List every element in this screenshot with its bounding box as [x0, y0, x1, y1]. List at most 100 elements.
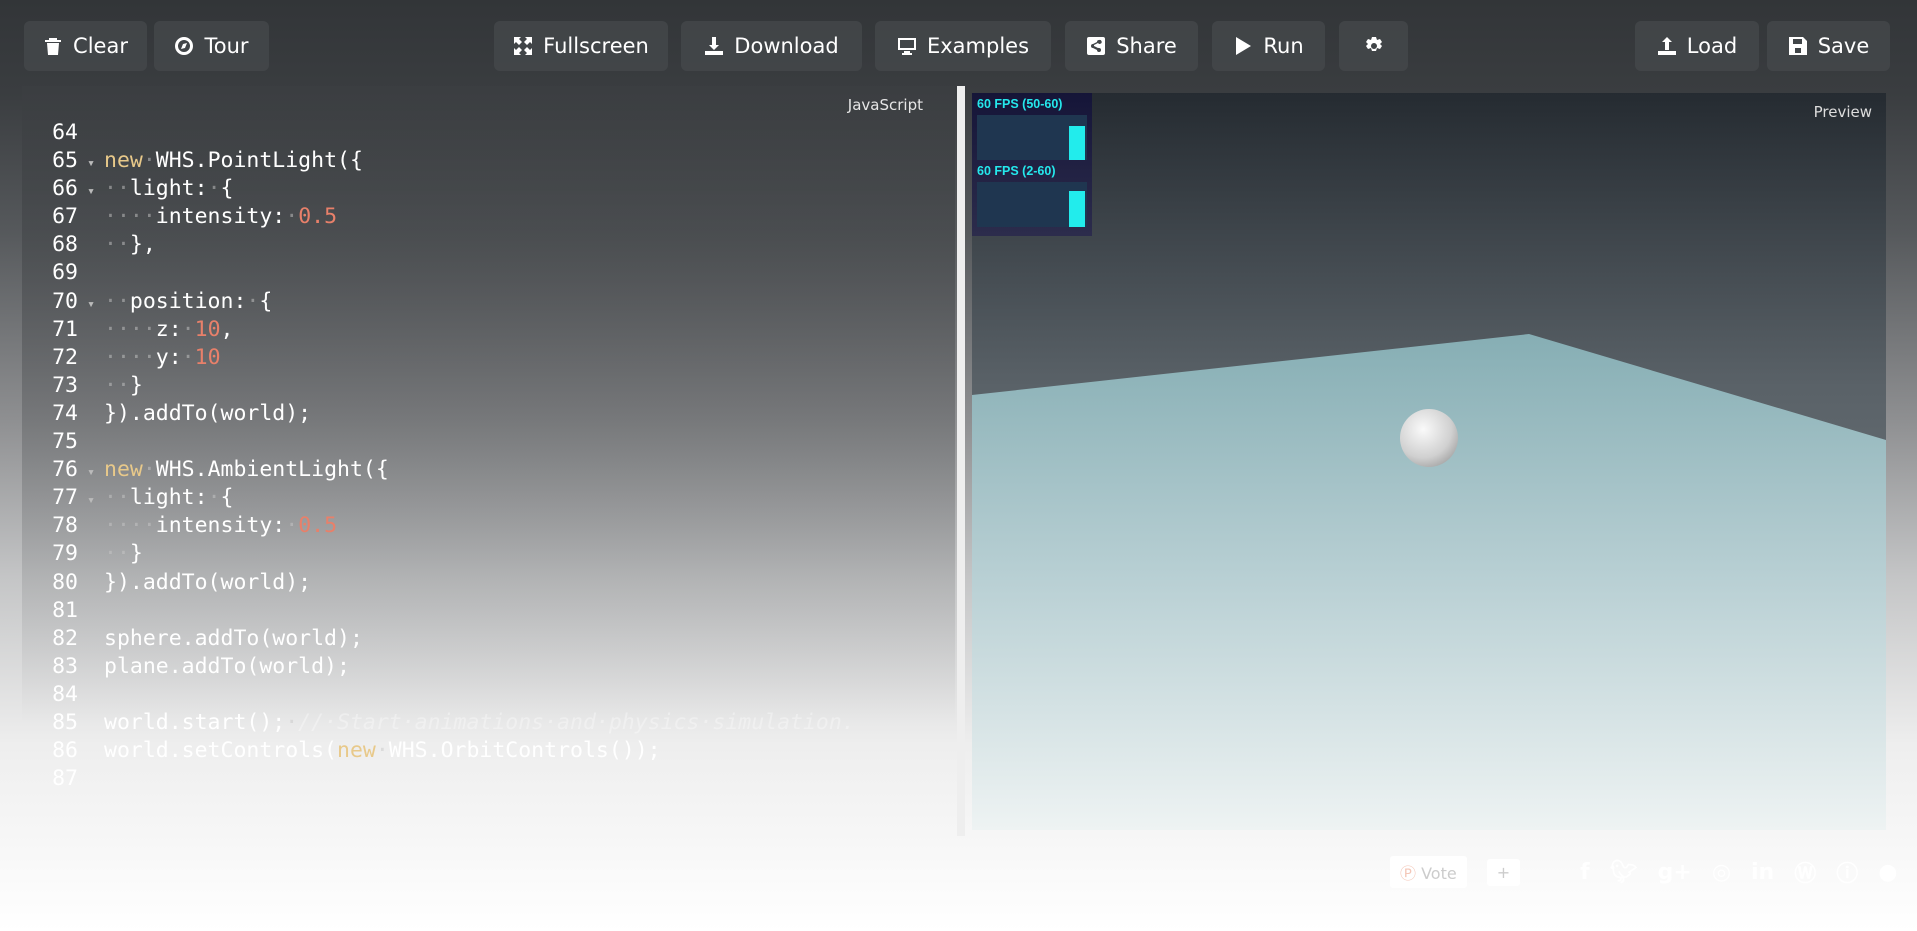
fps-graph-2	[977, 182, 1087, 227]
share-button[interactable]: Share	[1065, 21, 1198, 71]
code-token: ·	[375, 738, 389, 764]
examples-button[interactable]: Examples	[875, 21, 1051, 71]
code-line[interactable]: 75	[22, 428, 855, 456]
code-token: 0.5	[298, 513, 338, 539]
fullscreen-button[interactable]: Fullscreen	[494, 21, 668, 71]
code-line[interactable]: 73 ··}	[22, 372, 855, 400]
code-token: ·	[285, 709, 299, 735]
save-button[interactable]: Save	[1767, 21, 1890, 71]
compass-icon	[175, 37, 194, 55]
gutter-space	[78, 628, 104, 656]
code-line[interactable]: 84	[22, 681, 855, 709]
vote-button[interactable]: Ⓟ Vote	[1390, 856, 1467, 888]
preview-canvas[interactable]: Preview 60 FPS (50-60) 60 FPS (2-60)	[972, 93, 1886, 830]
code-token: ··	[104, 372, 130, 398]
code-line[interactable]: 71 ····z:·10,	[22, 316, 855, 344]
code-line[interactable]: 86 world.setControls(new·WHS.OrbitContro…	[22, 737, 855, 765]
line-number: 78	[52, 513, 78, 539]
code-editor[interactable]: JavaScript 64 65 ▾ new·WHS.PointLight({66 ▾…	[22, 86, 955, 836]
code-token: ····	[104, 204, 156, 230]
code-line[interactable]: 76 ▾ new·WHS.AmbientLight({	[22, 456, 855, 484]
code-line[interactable]: 72 ····y:·10	[22, 344, 855, 372]
code-token: {	[220, 176, 234, 202]
code-token: new	[104, 457, 143, 483]
download-icon	[705, 37, 724, 55]
code-line[interactable]: 68 ··},	[22, 231, 855, 259]
code-line[interactable]: 85 world.start();·//·Start·animations·an…	[22, 709, 855, 737]
download-button[interactable]: Download	[681, 21, 862, 71]
code-line[interactable]: 79 ··}	[22, 540, 855, 568]
line-number: 84	[52, 681, 78, 707]
code-token: new	[337, 738, 376, 764]
code-token: WHS.OrbitControls());	[388, 738, 661, 764]
fold-arrow-icon[interactable]: ▾	[78, 487, 104, 515]
vote-label: Vote	[1421, 864, 1457, 883]
code-line[interactable]: 87	[22, 765, 855, 793]
tour-button[interactable]: Tour	[154, 21, 269, 71]
gutter-space	[78, 262, 104, 290]
fold-arrow-icon[interactable]: ▾	[78, 150, 104, 178]
gutter-space	[78, 712, 104, 740]
code-token: world.start();	[104, 709, 286, 735]
split-divider[interactable]	[957, 86, 965, 836]
code-line[interactable]: 77 ▾ ··light:·{	[22, 484, 855, 512]
code-token: {	[259, 288, 273, 314]
code-token: }).addTo(world);	[104, 400, 312, 426]
code-token: }	[129, 372, 143, 398]
code-line[interactable]: 83 plane.addTo(world);	[22, 653, 855, 681]
save-label: Save	[1817, 34, 1870, 58]
fold-arrow-icon[interactable]: ▾	[78, 459, 104, 487]
fps-stats-panel[interactable]: 60 FPS (50-60) 60 FPS (2-60)	[972, 93, 1092, 236]
code-line[interactable]: 80 }).addTo(world);	[22, 569, 855, 597]
clear-button[interactable]: Clear	[24, 21, 147, 71]
facebook-icon[interactable]: f	[1580, 860, 1590, 885]
load-button[interactable]: Load	[1635, 21, 1759, 71]
gutter-space	[78, 768, 104, 796]
code-token: plane.addTo(world);	[104, 653, 350, 679]
line-number: 72	[52, 344, 78, 370]
code-line[interactable]: 66 ▾ ··light:·{	[22, 175, 855, 203]
code-line[interactable]: 78 ····intensity:·0.5	[22, 512, 855, 540]
code-line[interactable]: 67 ····intensity:·0.5	[22, 203, 855, 231]
code-token: //·Start·animations·and·physics·simulati…	[298, 709, 855, 735]
google-plus-icon[interactable]: g+	[1658, 860, 1692, 885]
fold-arrow-icon[interactable]: ▾	[78, 291, 104, 319]
gutter-space	[78, 600, 104, 628]
issue-icon[interactable]: ⓘ	[1836, 856, 1858, 888]
code-line[interactable]: 81	[22, 597, 855, 625]
upload-icon	[1657, 37, 1676, 55]
code-token: ·	[207, 485, 221, 511]
code-line[interactable]: 64	[22, 119, 855, 147]
code-line[interactable]: 82 sphere.addTo(world);	[22, 625, 855, 653]
code-line[interactable]: 70 ▾ ··position:·{	[22, 288, 855, 316]
gutter-space	[78, 375, 104, 403]
wordpress-icon[interactable]: Ⓦ	[1794, 856, 1816, 888]
code-area[interactable]: 64 65 ▾ new·WHS.PointLight({66 ▾ ··light:·{6…	[22, 119, 855, 793]
code-token: ·	[181, 344, 195, 370]
twitter-icon[interactable]: 🐦︎	[1610, 860, 1638, 885]
code-token: ·	[181, 316, 195, 342]
fps-graph-1	[977, 115, 1087, 160]
code-token: 10	[194, 344, 221, 370]
code-token: position:	[129, 288, 247, 314]
trash-icon	[45, 38, 62, 55]
gutter-space	[78, 206, 104, 234]
code-token: {	[220, 485, 234, 511]
code-token: light:	[129, 176, 208, 202]
code-token: ,	[220, 316, 234, 342]
line-number: 64	[52, 120, 78, 145]
gutter-space	[78, 122, 104, 150]
line-number: 68	[52, 232, 78, 258]
linkedin-icon[interactable]: in	[1751, 860, 1774, 885]
share-label: Share	[1116, 34, 1177, 58]
code-line[interactable]: 69	[22, 259, 855, 287]
github-icon[interactable]: ●	[1878, 860, 1897, 885]
code-line[interactable]: 65 ▾ new·WHS.PointLight({	[22, 147, 855, 175]
code-line[interactable]: 74 }).addTo(world);	[22, 400, 855, 428]
settings-button[interactable]	[1339, 21, 1408, 71]
run-button[interactable]: Run	[1212, 21, 1325, 71]
reddit-icon[interactable]: ◎	[1712, 860, 1731, 885]
code-token: ·	[142, 457, 156, 483]
fold-arrow-icon[interactable]: ▾	[78, 178, 104, 206]
code-token: ····	[104, 316, 156, 342]
